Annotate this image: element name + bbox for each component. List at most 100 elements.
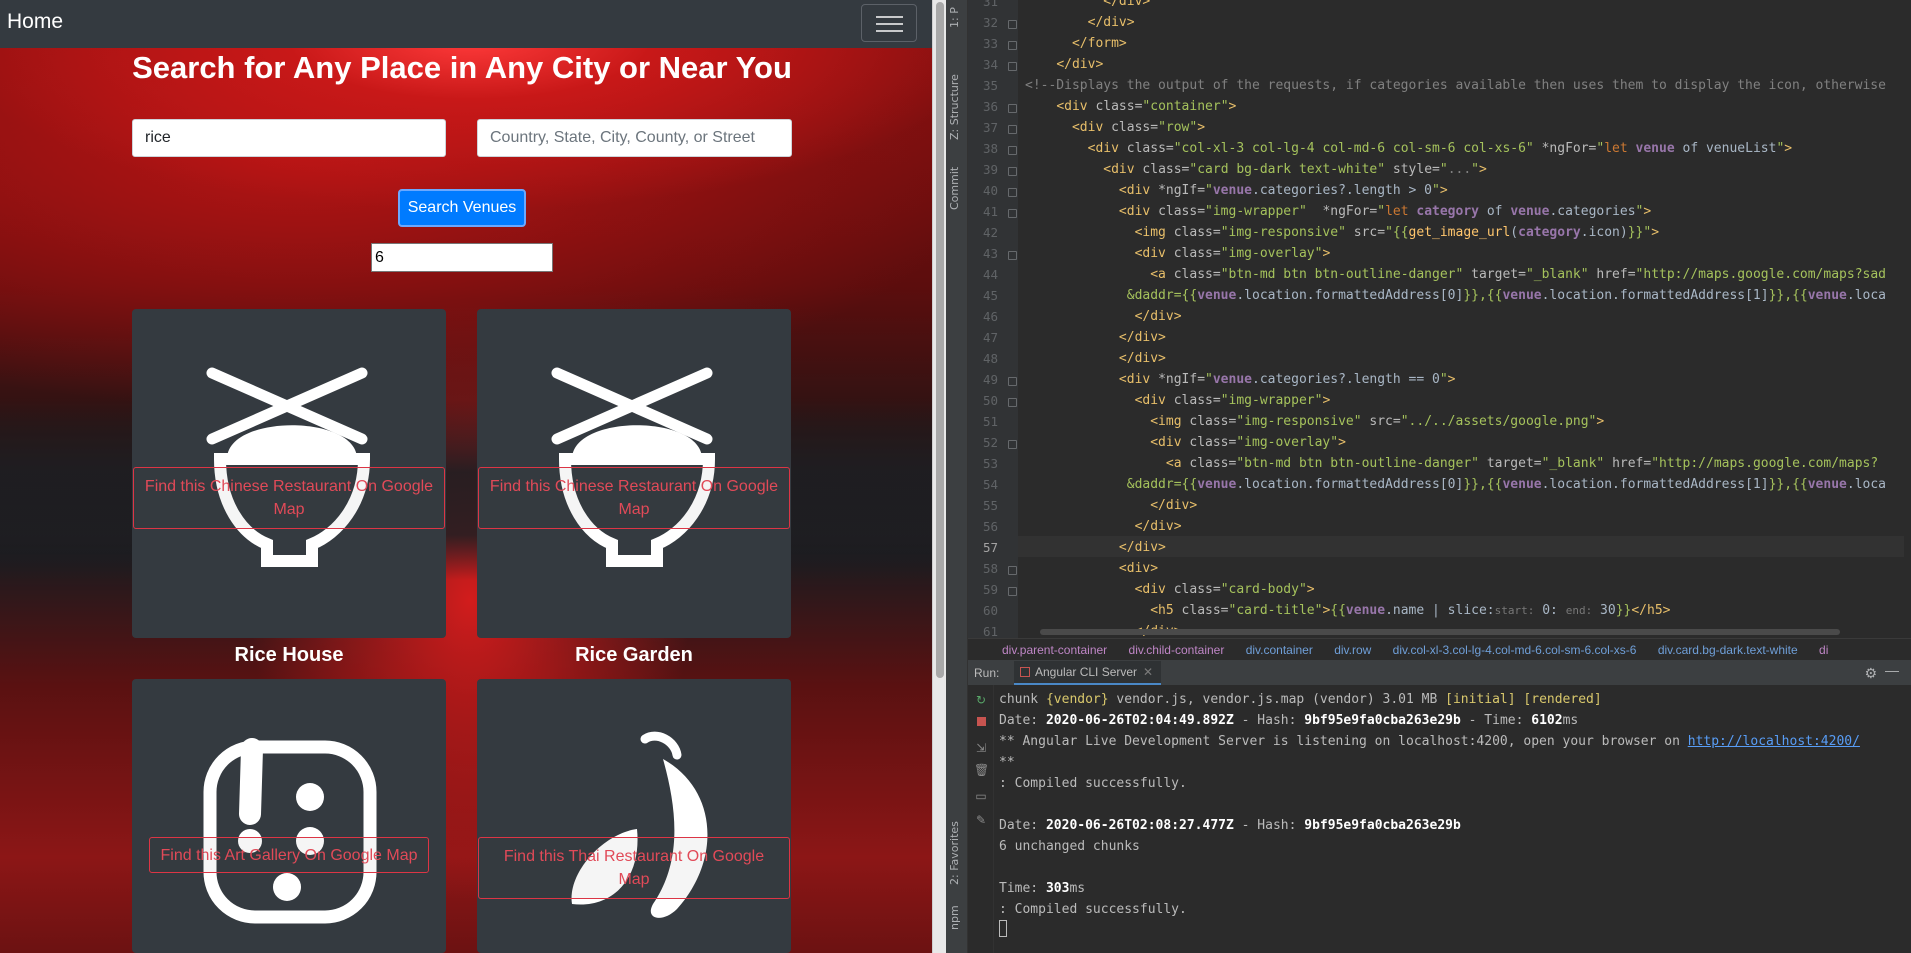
code-editor[interactable]: 31 32 33 34 35 36 37 38 39 40 41 42 43 4… <box>968 0 1911 638</box>
side-tab-npm[interactable]: npm <box>948 900 966 930</box>
line-number: 48 <box>982 351 998 366</box>
google-map-link-button[interactable]: Find this Art Gallery On Google Map <box>149 837 429 873</box>
nav-brand-home[interactable]: Home <box>7 10 63 34</box>
console-output[interactable]: chunk {vendor} vendor.js, vendor.js.map … <box>999 689 1904 941</box>
code-line[interactable]: </div> <box>1025 12 1135 33</box>
stop-icon[interactable] <box>974 715 988 729</box>
pin-icon[interactable]: ✎ <box>974 813 988 827</box>
fold-marker-icon[interactable] <box>1008 209 1017 218</box>
code-line[interactable]: <div *ngIf="venue.categories?.length > 0… <box>1025 180 1448 201</box>
fold-marker-icon[interactable] <box>1008 251 1017 260</box>
venue-card: Find this Chinese Restaurant On Google M… <box>477 309 791 638</box>
fold-marker-icon[interactable] <box>1008 440 1017 449</box>
code-line[interactable]: <img class="img-responsive" src="{{get_i… <box>1025 222 1659 243</box>
tool-window-strip: 1: P Z: Structure Commit 2: Favorites np… <box>946 0 968 953</box>
browser-scrollbar[interactable] <box>932 0 946 953</box>
code-line[interactable]: </div> <box>1025 537 1166 558</box>
fold-marker-icon[interactable] <box>1008 146 1017 155</box>
fold-marker-icon[interactable] <box>1008 566 1017 575</box>
code-line[interactable]: </div> <box>1025 54 1103 75</box>
fold-marker-icon[interactable] <box>1008 398 1017 407</box>
code-line[interactable]: </div> <box>1025 306 1182 327</box>
side-tab-favorites[interactable]: 2: Favorites <box>948 805 966 885</box>
navbar-toggler-button[interactable] <box>861 4 917 42</box>
hamburger-line <box>876 16 903 18</box>
code-line[interactable]: </div> <box>1025 495 1197 516</box>
code-line[interactable]: <div class="card-body"> <box>1025 579 1315 600</box>
side-tab-commit[interactable]: Commit <box>948 150 966 210</box>
run-header: Run: Angular CLI Server ✕ ⚙ — <box>968 661 1911 685</box>
code-line[interactable]: </form> <box>1025 33 1127 54</box>
editor-vertical-scrollbar[interactable] <box>1904 0 1911 638</box>
result-limit-input[interactable] <box>371 243 553 272</box>
google-map-link-button[interactable]: Find this Chinese Restaurant On Google M… <box>478 467 790 529</box>
code-line[interactable]: <div *ngIf="venue.categories?.length == … <box>1025 369 1456 390</box>
fold-marker-icon[interactable] <box>1008 20 1017 29</box>
code-line[interactable]: <div> <box>1025 558 1158 579</box>
google-map-link-button[interactable]: Find this Thai Restaurant On Google Map <box>478 837 790 899</box>
close-tab-icon[interactable]: ✕ <box>1143 665 1153 679</box>
fold-marker-icon[interactable] <box>1008 188 1017 197</box>
code-line[interactable]: <!--Displays the output of the requests,… <box>1025 75 1886 96</box>
code-line[interactable]: </div> <box>1025 0 1150 12</box>
scrollbar-thumb[interactable] <box>936 2 944 678</box>
fold-marker-icon[interactable] <box>1008 41 1017 50</box>
fold-marker-icon[interactable] <box>1008 167 1017 176</box>
line-number: 56 <box>982 519 998 534</box>
code-line[interactable]: </div> <box>1025 516 1182 537</box>
breadcrumb-item[interactable]: div.row <box>1325 643 1380 657</box>
fold-marker-icon[interactable] <box>1008 104 1017 113</box>
code-line[interactable]: <a class="btn-md btn btn-outline-danger"… <box>1025 453 1878 474</box>
code-line[interactable]: <a class="btn-md btn btn-outline-danger"… <box>1025 264 1886 285</box>
fold-marker-icon[interactable] <box>1008 125 1017 134</box>
code-line[interactable]: </div> <box>1025 327 1166 348</box>
breadcrumb-item[interactable]: div.col-xl-3.col-lg-4.col-md-6.col-sm-6.… <box>1384 643 1646 657</box>
layout-icon[interactable]: ▭ <box>974 789 988 803</box>
code-line[interactable]: <div class="container"> <box>1025 96 1236 117</box>
code-line[interactable]: <div class="img-overlay"> <box>1025 432 1346 453</box>
scroll-to-end-icon[interactable]: ⇲ <box>974 741 988 755</box>
minimize-icon[interactable]: — <box>1885 662 1899 678</box>
side-tab-project[interactable]: 1: P <box>948 2 966 28</box>
line-number: 58 <box>982 561 998 576</box>
code-line[interactable]: <div class="img-wrapper" *ngFor="let cat… <box>1025 201 1651 222</box>
breadcrumb-item[interactable]: div.card.bg-dark.text-white <box>1649 643 1807 657</box>
line-number-current: 57 <box>982 540 998 555</box>
editor-horizontal-scrollbar[interactable] <box>1040 629 1840 635</box>
trash-icon[interactable]: 🗑 <box>974 763 989 777</box>
fold-marker-icon[interactable] <box>1008 62 1017 71</box>
code-line[interactable]: <div class="row"> <box>1025 117 1205 138</box>
run-tab-label: Angular CLI Server <box>1035 665 1138 679</box>
search-venues-button[interactable]: Search Venues <box>398 189 526 227</box>
fold-marker-icon[interactable] <box>1008 587 1017 596</box>
fold-marker-icon[interactable] <box>1008 377 1017 386</box>
line-number: 38 <box>982 141 998 156</box>
code-line[interactable]: <h5 class="card-title">{{venue.name | sl… <box>1025 600 1670 621</box>
side-tab-structure[interactable]: Z: Structure <box>948 60 966 140</box>
line-number: 44 <box>982 267 998 282</box>
console-scrollbar[interactable] <box>1905 685 1911 953</box>
code-line[interactable]: <img class="img-responsive" src="../../a… <box>1025 411 1604 432</box>
breadcrumb-item[interactable]: div.child-container <box>1120 643 1234 657</box>
location-input[interactable] <box>477 119 792 157</box>
search-query-input[interactable] <box>132 119 446 157</box>
rerun-icon[interactable]: ↻ <box>974 693 988 707</box>
code-line[interactable]: <div class="card bg-dark text-white" sty… <box>1025 159 1487 180</box>
code-line[interactable]: <div class="img-overlay"> <box>1025 243 1331 264</box>
line-number: 46 <box>982 309 998 324</box>
google-map-link-button[interactable]: Find this Chinese Restaurant On Google M… <box>133 467 445 529</box>
run-tab-angular-cli-server[interactable]: Angular CLI Server ✕ <box>1014 661 1162 685</box>
chili-pepper-icon <box>571 731 708 918</box>
breadcrumb-item[interactable]: di <box>1810 643 1837 657</box>
console-input-cursor[interactable] <box>999 920 1007 937</box>
line-number: 42 <box>982 225 998 240</box>
localhost-link[interactable]: http://localhost:4200/ <box>1688 734 1860 749</box>
breadcrumb-item[interactable]: div.container <box>1237 643 1322 657</box>
code-line[interactable]: <div class="img-wrapper"> <box>1025 390 1331 411</box>
settings-gear-icon[interactable]: ⚙ <box>1864 665 1877 682</box>
code-line[interactable]: </div> <box>1025 348 1166 369</box>
code-line[interactable]: &daddr={{venue.location.formattedAddress… <box>1025 285 1886 306</box>
code-line[interactable]: &daddr={{venue.location.formattedAddress… <box>1025 474 1886 495</box>
breadcrumb-item[interactable]: div.parent-container <box>968 643 1116 657</box>
code-line[interactable]: <div class="col-xl-3 col-lg-4 col-md-6 c… <box>1025 138 1792 159</box>
